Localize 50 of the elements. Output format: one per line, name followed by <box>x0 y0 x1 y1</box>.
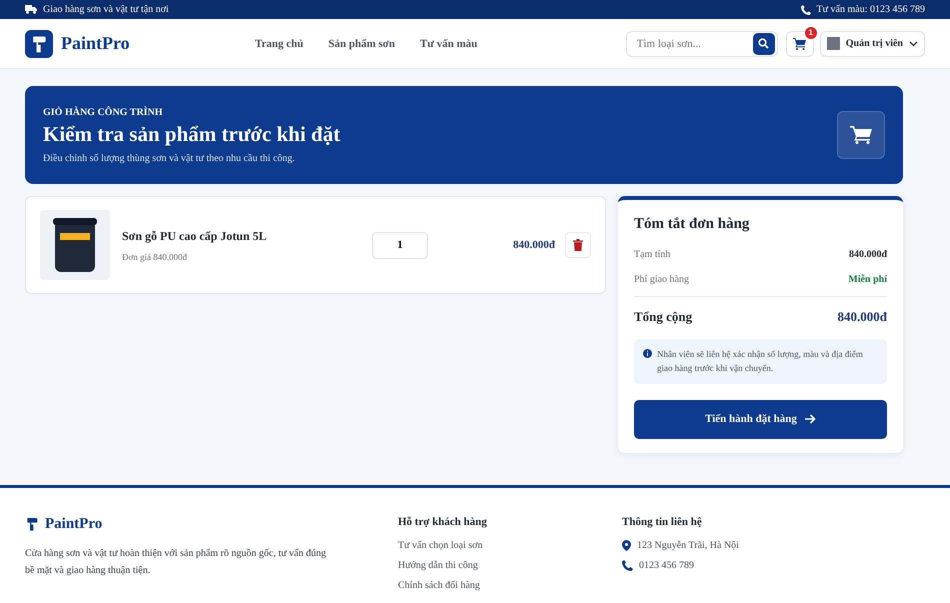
quantity-field[interactable]: 1 <box>372 232 428 258</box>
summary-value: 840.000đ <box>848 249 887 260</box>
delete-button[interactable] <box>565 232 591 258</box>
footer-brand: PaintPro <box>45 516 102 533</box>
footer-description: Cửa hàng sơn và vật tư hoàn thiện với sản phẩm rõ nguồn gốc, tư vấn đúng bề mặt và giao hàng thuận tiện. <box>25 546 327 578</box>
cart-count-badge: 1 <box>804 26 817 38</box>
info-icon <box>643 349 652 358</box>
chevron-down-icon <box>909 40 918 46</box>
paint-roller-logo-icon[interactable] <box>25 30 53 58</box>
summary-title: Tóm tắt đơn hàng <box>634 216 750 233</box>
arrow-right-icon <box>804 414 816 424</box>
product-photo-placeholder <box>40 210 110 280</box>
contact-text: 123 Nguyễn Trãi, Hà Nội <box>637 540 739 551</box>
unit-price: Đơn giá 840.000đ <box>122 252 188 262</box>
search-icon <box>758 38 770 49</box>
hero-eyebrow: GIỎ HÀNG CÔNG TRÌNH <box>43 106 164 118</box>
info-note-text: Nhân viên sẽ liên hệ xác nhận số lượng, màu và địa điểm giao hàng trước khi vận chuyển. <box>657 348 864 376</box>
line-total: 840.000đ <box>512 239 555 251</box>
cart-icon <box>837 111 885 159</box>
total-label: Tổng cộng <box>634 309 692 325</box>
phone-icon <box>622 560 633 571</box>
shipping-note: Giao hàng sơn và vật tư tận nơi <box>43 4 169 15</box>
avatar-placeholder <box>826 37 840 50</box>
trash-icon <box>573 239 583 251</box>
map-pin-icon <box>622 540 631 551</box>
user-menu[interactable]: Quản trị viên <box>820 30 925 56</box>
hotline-text: Tư vấn màu: 0123 456 789 <box>816 4 925 15</box>
summary-label: Tạm tính <box>634 249 670 260</box>
nav-link[interactable]: Sản phẩm sơn <box>328 38 396 50</box>
footer-link[interactable]: Hướng dẫn thi công <box>398 560 622 571</box>
total-value: 840.000đ <box>838 309 887 325</box>
hero-subtitle: Điều chỉnh số lượng thùng sơn và vật tư theo nhu cầu thi công. <box>43 152 296 164</box>
summary-label: Phí giao hàng <box>634 274 689 285</box>
summary-value: Miễn phí <box>848 274 887 285</box>
cart-icon <box>793 38 806 50</box>
footer-link[interactable]: Chính sách đổi hàng <box>398 580 622 591</box>
footer-heading: Hỗ trợ khách hàng <box>398 516 488 528</box>
checkout-button[interactable]: Tiến hành đặt hàng <box>634 400 887 439</box>
paint-roller-logo-icon <box>25 516 39 532</box>
truck-icon <box>25 5 37 14</box>
footer-heading: Thông tin liên hệ <box>622 516 703 528</box>
brand-name[interactable]: PaintPro <box>61 33 130 54</box>
hero-title: Kiểm tra sản phẩm trước khi đặt <box>43 122 340 146</box>
nav-link[interactable]: Trang chủ <box>255 38 304 50</box>
nav-link[interactable]: Tư vấn màu <box>420 38 478 50</box>
phone-icon <box>800 4 811 14</box>
footer-link[interactable]: Tư vấn chọn loại sơn <box>398 540 622 551</box>
contact-text: 0123 456 789 <box>639 560 694 571</box>
product-name: Sơn gỗ PU cao cấp Jotun 5L <box>122 228 268 244</box>
search-button[interactable] <box>752 32 775 54</box>
